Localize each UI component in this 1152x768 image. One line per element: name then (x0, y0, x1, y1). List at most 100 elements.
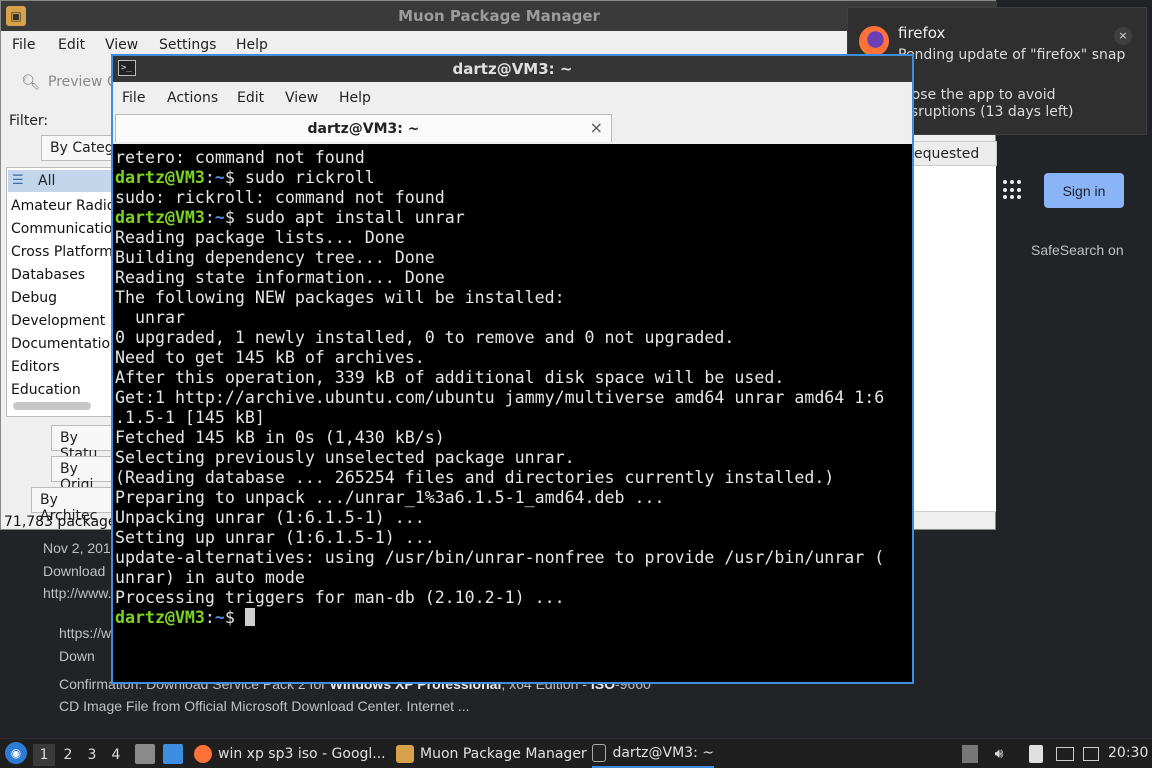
terminal-output-line: .1.5-1 [145 kB] (115, 408, 265, 427)
category-item[interactable]: Documentation (11, 336, 115, 352)
task-terminal[interactable]: dartz@VM3: ~ (592, 739, 714, 768)
terminal-output-line: Reading package lists... Done (115, 228, 405, 247)
terminal-menu-actions[interactable]: Actions (167, 90, 218, 106)
muon-menu-help[interactable]: Help (236, 37, 268, 53)
terminal-output-line: Setting up unrar (1:6.1.5-1) ... (115, 528, 435, 547)
terminal-output-line: 0 upgraded, 1 newly installed, 0 to remo… (115, 328, 735, 347)
prompt-symbol: $ (224, 608, 245, 627)
muon-menu-view[interactable]: View (105, 37, 138, 53)
notification-detail: Close the app to avoid disruptions (13 d… (898, 87, 1074, 120)
terminal-window: >_ dartz@VM3: ~ File Actions Edit View H… (111, 54, 914, 684)
terminal-output-line: retero: command not found (115, 148, 365, 167)
terminal-output-line: unrar (115, 308, 185, 327)
requested-column-header[interactable]: equested (907, 141, 997, 166)
terminal-output-line: Building dependency tree... Done (115, 248, 435, 267)
terminal-menu-view[interactable]: View (285, 90, 318, 106)
terminal-output-line: The following NEW packages will be insta… (115, 288, 565, 307)
prompt-path: ~ (214, 168, 225, 187)
terminal-menubar: File Actions Edit View Help (113, 82, 912, 112)
google-apps-icon[interactable] (1003, 180, 1023, 200)
clipboard-icon[interactable] (1029, 745, 1043, 763)
notification-title: firefox (898, 24, 946, 42)
workspace-1[interactable]: 1 (33, 744, 55, 766)
category-scrollbar[interactable] (13, 402, 91, 410)
category-item[interactable]: Cross Platform (11, 244, 113, 260)
workspace-2[interactable]: 2 (57, 744, 79, 766)
category-item-all[interactable]: ☰ All (8, 170, 115, 192)
sign-in-button[interactable]: Sign in (1044, 173, 1124, 208)
prompt-separator: : (204, 168, 215, 187)
muon-icon (396, 744, 414, 763)
terminal-output-line: Get:1 http://archive.ubuntu.com/ubuntu j… (115, 388, 885, 407)
terminal-titlebar[interactable]: >_ dartz@VM3: ~ (113, 56, 912, 82)
close-tab-icon[interactable]: × (590, 118, 603, 137)
terminal-tab[interactable]: dartz@VM3: ~ × (115, 114, 612, 142)
close-icon[interactable]: × (1114, 27, 1132, 45)
category-item[interactable]: Debug (11, 290, 57, 306)
tab-by-status[interactable]: By Statu (51, 425, 113, 462)
prompt-user: dartz@VM3 (115, 208, 205, 227)
result2-url[interactable]: https://w (59, 625, 111, 641)
terminal-menu-help[interactable]: Help (339, 90, 371, 106)
show-desktop-icon[interactable] (163, 744, 183, 764)
terminal-command-line: dartz@VM3:~$ sudo apt install unrar (115, 208, 910, 228)
terminal-output-line: Reading state information... Done (115, 268, 445, 287)
volume-icon[interactable]: 🔊︎ (990, 745, 1008, 763)
terminal-tab-label: dartz@VM3: ~ (307, 121, 420, 137)
task-label: Muon Package Manager (420, 745, 587, 762)
package-details-pane (907, 166, 996, 512)
tab-by-architecture[interactable]: By Architec (31, 487, 113, 524)
start-menu-icon[interactable]: ◉ (5, 742, 27, 764)
prompt-path: ~ (214, 208, 225, 227)
category-item[interactable]: Editors (11, 359, 60, 375)
task-muon[interactable]: Muon Package Manager (396, 739, 587, 768)
muon-menu-edit[interactable]: Edit (58, 37, 85, 53)
muon-menu-file[interactable]: File (12, 37, 35, 53)
safesearch-status[interactable]: SafeSearch on (1031, 242, 1124, 258)
update-notifier-icon[interactable] (962, 745, 978, 763)
tab-by-origin[interactable]: By Origi (51, 456, 113, 493)
taskbar: ◉ 1 2 3 4 win xp sp3 iso - Googl... Muon… (0, 738, 1152, 768)
tab-by-category[interactable]: By Categ (41, 135, 116, 161)
filter-label: Filter: (9, 113, 49, 129)
terminal-output-line: Fetched 145 kB in 0s (1,430 kB/s) (115, 428, 445, 447)
terminal-output-line: sudo: rickroll: command not found (115, 188, 445, 207)
category-item[interactable]: Amateur Radio (11, 198, 115, 214)
prompt-path: ~ (214, 608, 225, 627)
workspace-4[interactable]: 4 (105, 744, 127, 766)
terminal-menu-edit[interactable]: Edit (237, 90, 264, 106)
terminal-tabbar: dartz@VM3: ~ × (113, 112, 912, 144)
file-manager-icon[interactable] (135, 744, 155, 764)
terminal-menu-file[interactable]: File (122, 90, 145, 106)
category-item[interactable]: Communication (11, 221, 115, 237)
network-icon[interactable] (1083, 747, 1099, 761)
task-firefox[interactable]: win xp sp3 iso - Googl... (194, 739, 386, 768)
display-icon[interactable] (1056, 747, 1074, 761)
clock[interactable]: 20:30 (1108, 745, 1148, 761)
muon-menu-settings[interactable]: Settings (159, 37, 216, 53)
category-item[interactable]: Databases (11, 267, 85, 283)
muon-search-input[interactable]: 🔍︎ Preview C (5, 67, 125, 97)
task-label: win xp sp3 iso - Googl... (218, 745, 386, 762)
prompt-user: dartz@VM3 (115, 168, 205, 187)
terminal-output-line: unrar) in auto mode (115, 568, 305, 587)
category-list[interactable]: ☰ All Amateur Radio Communication Cross … (6, 167, 116, 417)
prompt-separator: : (204, 208, 215, 227)
result-url-text: http://www. (43, 585, 112, 601)
list-icon: ☰ (12, 173, 24, 188)
package-count-status: 71,783 packages (4, 514, 124, 530)
terminal-output-line: (Reading database ... 265254 files and d… (115, 468, 835, 487)
workspace-3[interactable]: 3 (81, 744, 103, 766)
terminal-output-line: After this operation, 339 kB of addition… (115, 368, 785, 387)
terminal-output[interactable]: retero: command not found dartz@VM3:~$ su… (115, 148, 910, 682)
terminal-output-line: update-alternatives: using /usr/bin/unra… (115, 548, 885, 567)
terminal-title: dartz@VM3: ~ (452, 60, 573, 78)
category-item[interactable]: Development (11, 313, 105, 329)
terminal-command-line: dartz@VM3:~$ sudo rickroll (115, 168, 910, 188)
result2-link[interactable]: Down (59, 648, 95, 664)
task-label: dartz@VM3: ~ (612, 744, 714, 761)
result-date: Nov 2, 201 (43, 540, 111, 556)
category-item[interactable]: Education (11, 382, 81, 398)
search-icon: 🔍︎ (21, 73, 41, 91)
result2-description-line2: CD Image File from Official Microsoft Do… (59, 698, 470, 714)
